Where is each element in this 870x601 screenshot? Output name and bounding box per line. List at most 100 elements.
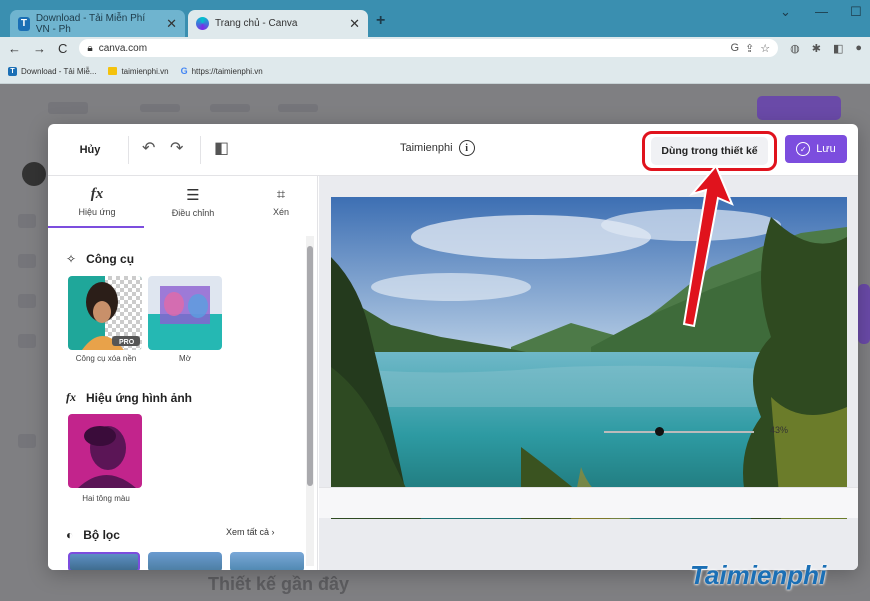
image-title: Taimienphi i: [400, 140, 475, 156]
taimienphi-watermark: Taimienphi: [690, 560, 827, 590]
side-banner: [858, 284, 870, 344]
filter-thumbnail[interactable]: [148, 552, 222, 570]
canva-favicon-icon: [196, 17, 209, 30]
nav-placeholder: [140, 104, 180, 112]
zoom-value: 43%: [770, 425, 789, 435]
tab-download[interactable]: T Download - Tải Miễn Phí VN - Ph ✕: [10, 10, 185, 37]
chevron-right-icon: ›: [271, 527, 275, 537]
image-title-text: Taimienphi: [400, 142, 453, 154]
blur-thumbnail[interactable]: [148, 276, 222, 350]
compare-icon[interactable]: ◧: [214, 138, 229, 158]
tab-crop[interactable]: ⌗ Xén: [236, 186, 326, 217]
bg-remover-thumbnail[interactable]: PRO: [68, 276, 142, 350]
bg-remover-preview: PRO: [68, 276, 142, 350]
section-title: Bộ lọc: [83, 528, 120, 542]
duotone-preview: [68, 414, 142, 488]
tab-label: Xén: [272, 207, 289, 217]
effect-caption: Hai tông màu: [82, 494, 130, 503]
lake-landscape-image: [331, 197, 847, 519]
reload-icon[interactable]: C: [58, 41, 67, 56]
see-all-filters-link[interactable]: Xem tất cả ›: [226, 527, 275, 537]
tab-canva-home[interactable]: Trang chủ - Canva ✕: [188, 10, 368, 37]
sparkle-icon: ✧: [66, 252, 77, 266]
profile-avatar[interactable]: ●: [855, 42, 862, 54]
section-title: Hiệu ứng hình ảnh: [86, 390, 193, 405]
google-icon[interactable]: G: [730, 42, 739, 54]
tab-effects[interactable]: fx Hiệu ứng: [52, 186, 142, 217]
tab-title: Download - Tải Miễn Phí VN - Ph: [35, 12, 146, 35]
close-tab-icon[interactable]: ✕: [349, 16, 360, 32]
browser-tab-bar: T Download - Tải Miễn Phí VN - Ph ✕ Tran…: [0, 0, 870, 37]
taimienphi-favicon-icon: T: [8, 66, 17, 76]
divider: [200, 136, 201, 164]
save-button[interactable]: ✓ Lưu: [785, 135, 847, 163]
red-arrow-annotation: [682, 164, 734, 328]
cancel-button[interactable]: Hủy: [64, 136, 116, 164]
bookmark-label: Download - Tải Miễ...: [21, 66, 97, 76]
back-icon[interactable]: ←: [8, 41, 21, 56]
new-tab-icon[interactable]: +: [376, 12, 385, 30]
tab-label: Điều chỉnh: [171, 208, 215, 218]
sidebar-icon[interactable]: [18, 294, 36, 308]
lake-photo[interactable]: [331, 197, 847, 519]
duotone-thumbnail[interactable]: [68, 414, 142, 488]
fx-icon: fx: [66, 390, 76, 404]
share-icon[interactable]: ⇪: [745, 42, 754, 55]
check-circle-icon: ✓: [796, 142, 811, 156]
pro-badge: PRO: [119, 339, 135, 346]
filter-icon: ◐: [66, 528, 74, 542]
url-text: canva.com: [98, 42, 148, 54]
minimize-icon[interactable]: —: [815, 4, 828, 19]
panel-scrollbar-thumb[interactable]: [307, 246, 313, 486]
effects-panel: fx Hiệu ứng ☰ Điều chỉnh ⌗ Xén ✧ Công cụ: [48, 176, 318, 570]
tab-adjust[interactable]: ☰ Điều chỉnh: [148, 186, 238, 218]
divider: [128, 136, 129, 164]
see-all-label: Xem tất cả: [226, 527, 270, 537]
lock-icon: 🔒︎: [87, 42, 93, 54]
sidebar-icon[interactable]: [18, 254, 36, 268]
bookmark-https[interactable]: G https://taimienphi.vn: [181, 66, 263, 76]
blur-preview: [148, 276, 222, 350]
chevron-down-icon[interactable]: ⌄: [780, 4, 791, 20]
zoom-slider[interactable]: [604, 431, 754, 433]
bookmark-label: https://taimienphi.vn: [191, 66, 263, 76]
bookmark-taimienphi[interactable]: taimienphi.vn: [108, 66, 169, 76]
taimienphi-favicon-icon: T: [18, 16, 30, 31]
create-design-button[interactable]: [757, 96, 841, 120]
tool-caption: Công cụ xóa nền: [75, 354, 137, 363]
google-icon: G: [180, 66, 188, 76]
extension-icon[interactable]: ◍: [790, 42, 800, 55]
undo-icon[interactable]: ↶: [142, 138, 155, 158]
sidebar-icon[interactable]: [18, 214, 36, 228]
maximize-icon[interactable]: ☐: [850, 4, 862, 20]
sidebar-icon[interactable]: [18, 334, 36, 348]
nav-placeholder: [278, 104, 318, 112]
sidepanel-icon[interactable]: ◧: [833, 42, 843, 55]
close-tab-icon[interactable]: ✕: [166, 16, 177, 32]
info-icon[interactable]: i: [458, 140, 475, 156]
active-tab-indicator: [48, 226, 144, 228]
canva-logo: [48, 102, 88, 114]
sidebar-icon[interactable]: [18, 434, 36, 448]
nav-placeholder: [210, 104, 250, 112]
save-label: Lưu: [816, 143, 836, 155]
filter-thumbnail-selected[interactable]: [68, 552, 140, 570]
zoom-slider-handle[interactable]: [655, 427, 664, 436]
browser-toolbar: ← → C 🔒︎ canva.com G ⇪ ☆ ◍ ✱ ◧ ●: [0, 37, 870, 59]
tools-section-heading: ✧ Công cụ: [66, 252, 134, 266]
star-icon[interactable]: ☆: [760, 42, 770, 55]
forward-icon[interactable]: →: [33, 41, 46, 56]
zoom-bar: [319, 487, 858, 518]
tool-caption: Mờ: [179, 354, 191, 363]
puzzle-icon[interactable]: ✱: [812, 42, 821, 55]
section-title: Công cụ: [86, 252, 135, 266]
fx-icon: fx: [90, 186, 104, 202]
crop-icon: ⌗: [276, 186, 286, 203]
filter-thumbnail[interactable]: [230, 552, 304, 570]
address-bar[interactable]: 🔒︎ canva.com G ⇪ ☆: [79, 39, 779, 57]
bookmark-download[interactable]: T Download - Tải Miễ...: [8, 66, 97, 76]
bookmark-label: taimienphi.vn: [121, 66, 169, 76]
redo-icon[interactable]: ↷: [170, 138, 183, 158]
tab-title: Trang chủ - Canva: [215, 18, 298, 29]
avatar[interactable]: [22, 162, 46, 186]
